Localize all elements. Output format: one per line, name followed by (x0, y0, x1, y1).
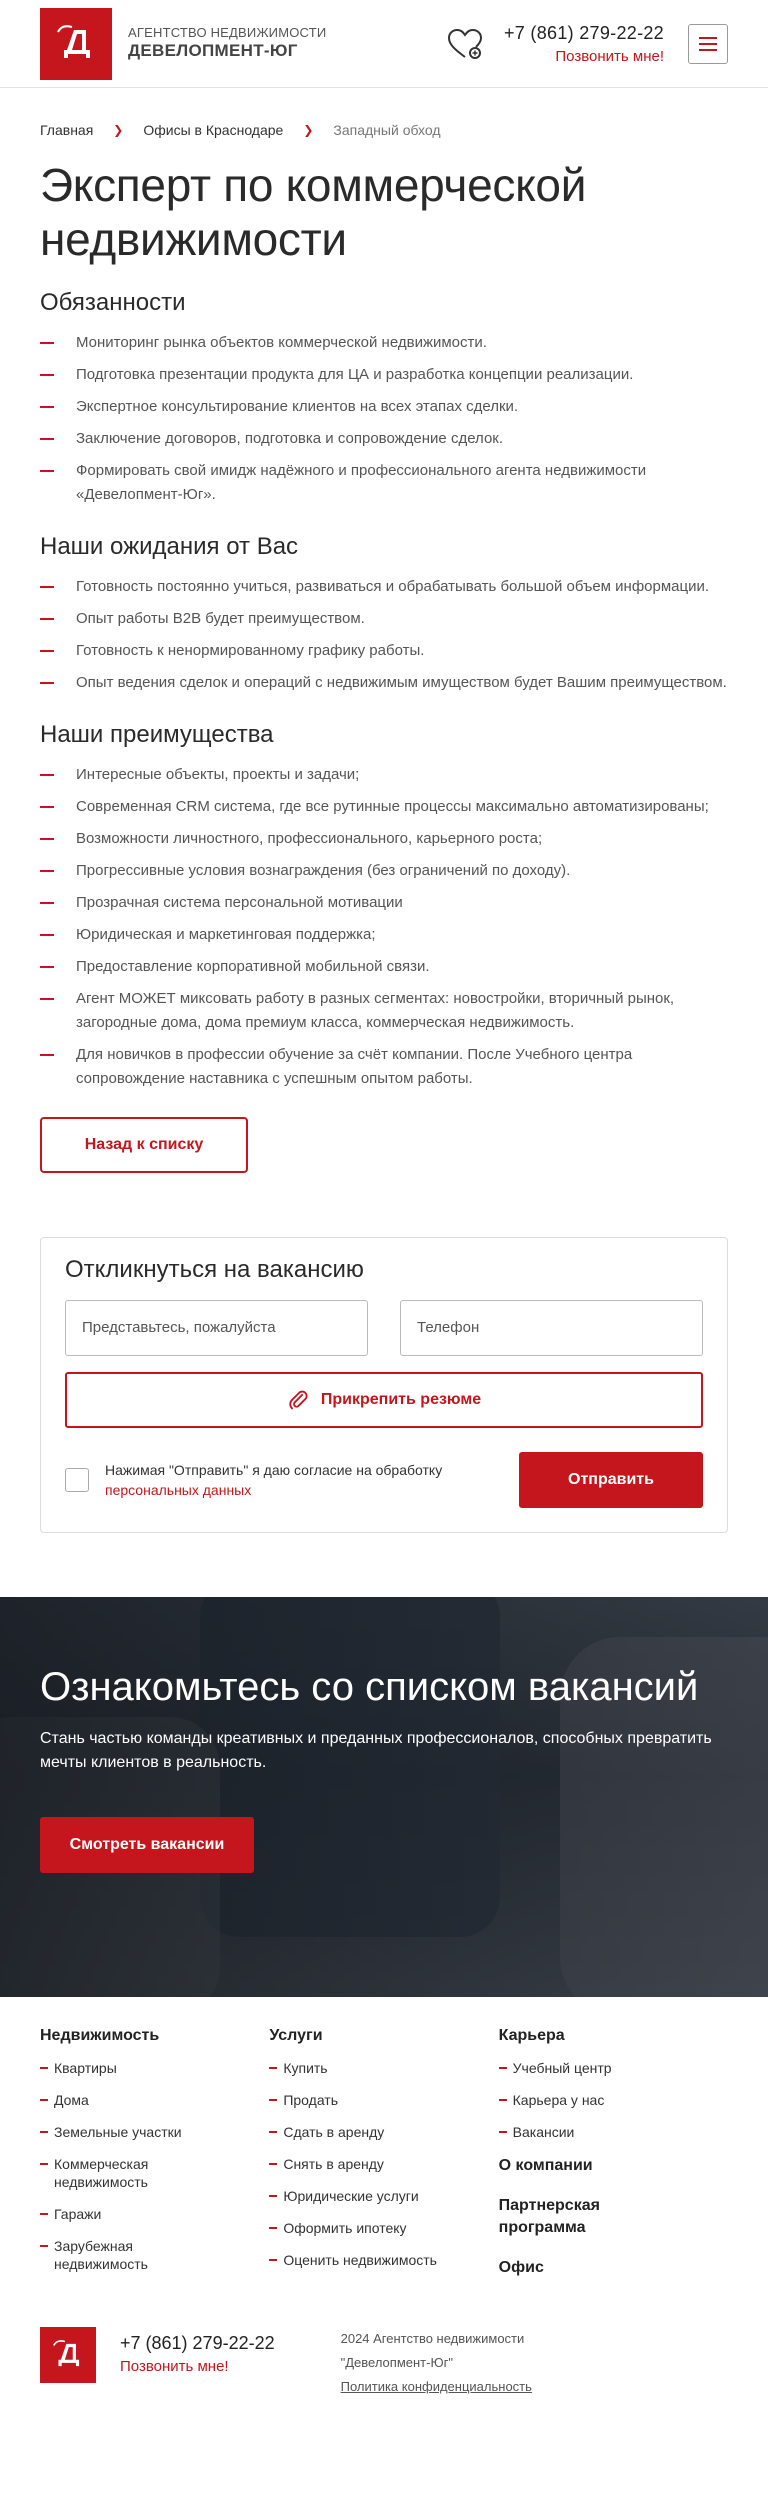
submit-button[interactable]: Отправить (519, 1451, 703, 1508)
consent-text: Нажимая "Отправить" я даю согласие на об… (105, 1460, 495, 1500)
footer-link[interactable]: Купить (269, 2059, 498, 2077)
application-form: Откликнуться на вакансию Представьтесь, … (40, 1236, 728, 1533)
footer-call-me-link[interactable]: Позвонить мне! (120, 2358, 275, 2375)
brand-bottom: ДЕВЕЛОПМЕНТ-ЮГ (128, 41, 298, 61)
page-title: Эксперт по коммерческой недвижимости (40, 159, 587, 266)
footer-link[interactable]: Гаражи (40, 2205, 269, 2223)
header-contact: +7 (861) 279-22-22 Позвонить мне! (504, 23, 664, 65)
vacancies-banner: Ознакомьтесь со списком вакансий Стань ч… (0, 1596, 768, 1997)
section-title-advantages: Наши преимущества (40, 720, 274, 748)
breadcrumb-offices[interactable]: Офисы в Краснодаре (143, 122, 283, 138)
footer-link[interactable]: Дома (40, 2091, 269, 2109)
attach-resume-button[interactable]: Прикрепить резюме (65, 1371, 703, 1428)
footer-heading[interactable]: Услуги (269, 2027, 498, 2045)
footer-link[interactable]: Оформить ипотеку (269, 2219, 498, 2237)
footer-link[interactable]: Зарубежная недвижимость (40, 2237, 180, 2273)
header-phone[interactable]: +7 (861) 279-22-22 (504, 23, 664, 44)
list-item: Прозрачная система персональной мотиваци… (40, 891, 728, 915)
footer-link[interactable]: Квартиры (40, 2059, 269, 2077)
footer-about-link[interactable]: О компании (499, 2155, 728, 2177)
footer-column-realty: Недвижимость Квартиры Дома Земельные уча… (40, 2027, 269, 2297)
section-title-expectations: Наши ожидания от Вас (40, 532, 299, 560)
personal-data-link[interactable]: персональных данных (105, 1480, 495, 1500)
brand-name[interactable]: АГЕНТСТВО НЕДВИЖИМОСТИ ДЕВЕЛОПМЕНТ-ЮГ (128, 25, 327, 61)
site-header: АГЕНТСТВО НЕДВИЖИМОСТИ ДЕВЕЛОПМЕНТ-ЮГ +7… (0, 0, 768, 88)
privacy-policy-link[interactable]: Политика конфиденциальность (341, 2375, 532, 2399)
logo[interactable] (40, 7, 112, 80)
consent-checkbox[interactable] (65, 1467, 89, 1492)
footer-link[interactable]: Юридические услуги (269, 2187, 498, 2205)
list-item: Заключение договоров, подготовка и сопро… (40, 427, 728, 451)
footer-link[interactable]: Карьера у нас (498, 2091, 728, 2109)
header-call-me-link[interactable]: Позвонить мне! (504, 48, 664, 65)
footer-link[interactable]: Коммерческая недвижимость (40, 2155, 180, 2191)
footer-link[interactable]: Продать (269, 2091, 498, 2109)
list-item: Мониторинг рынка объектов коммерческой н… (40, 331, 728, 355)
footer-phone[interactable]: +7 (861) 279-22-22 (120, 2333, 275, 2354)
advantages-list: Интересные объекты, проекты и задачи; Со… (40, 763, 728, 1091)
logo-icon (53, 2339, 80, 2366)
back-to-list-button[interactable]: Назад к списку (40, 1116, 248, 1173)
footer-column-services: Услуги Купить Продать Сдать в аренду Сня… (269, 2027, 498, 2297)
footer-partner-link[interactable]: Партнерская программа (499, 2195, 639, 2239)
footer-office-link[interactable]: Офис (499, 2257, 728, 2279)
paperclip-icon (289, 1390, 308, 1409)
footer-legal: 2024 Агентство недвижимости "Девелопмент… (341, 2327, 532, 2399)
chevron-right-icon: ❯ (303, 123, 314, 137)
phone-input[interactable]: Телефон (400, 1299, 703, 1356)
list-item: Интересные объекты, проекты и задачи; (40, 763, 728, 787)
list-item: Современная CRM система, где все рутинны… (40, 795, 728, 819)
list-item: Для новичков в профессии обучение за счё… (40, 1043, 728, 1091)
site-footer: Недвижимость Квартиры Дома Земельные уча… (0, 1997, 768, 2419)
banner-title: Ознакомьтесь со списком вакансий (40, 1664, 699, 1709)
favorites-heart-icon[interactable] (446, 27, 484, 61)
list-item: Прогрессивные условия вознаграждения (бе… (40, 859, 728, 883)
breadcrumb-home[interactable]: Главная (40, 122, 93, 138)
copyright-line: 2024 Агентство недвижимости (340, 2330, 525, 2346)
copyright-line: "Девелопмент-Юг" (340, 2354, 453, 2370)
footer-logo[interactable] (40, 2326, 96, 2383)
chevron-right-icon: ❯ (113, 123, 124, 137)
footer-heading[interactable]: Карьера (499, 2027, 728, 2045)
list-item: Формировать свой имидж надёжного и профе… (40, 459, 728, 507)
footer-heading[interactable]: Недвижимость (40, 2027, 269, 2045)
breadcrumb: Главная ❯ Офисы в Краснодаре ❯ Западный … (0, 122, 768, 138)
list-item: Агент МОЖЕТ миксовать работу в разных се… (40, 987, 728, 1035)
logo-icon (57, 24, 90, 58)
footer-link[interactable]: Сдать в аренду (269, 2123, 498, 2141)
list-item: Готовность к ненормированному графику ра… (40, 639, 728, 663)
name-input[interactable]: Представьтесь, пожалуйста (65, 1299, 368, 1356)
list-item: Опыт ведения сделок и операций с недвижи… (40, 671, 728, 695)
list-item: Опыт работы B2B будет преимуществом. (40, 607, 728, 631)
consent-label: Нажимая "Отправить" я даю согласие на об… (105, 1461, 443, 1478)
form-title: Откликнуться на вакансию (65, 1255, 364, 1283)
view-vacancies-button[interactable]: Смотреть вакансии (40, 1816, 254, 1873)
footer-link[interactable]: Вакансии (498, 2123, 728, 2141)
attach-resume-label: Прикрепить резюме (320, 1390, 482, 1408)
brand-top: АГЕНТСТВО НЕДВИЖИМОСТИ (128, 25, 327, 41)
list-item: Предоставление корпоративной мобильной с… (40, 955, 728, 979)
list-item: Подготовка презентации продукта для ЦА и… (40, 363, 728, 387)
vacancy-content: Эксперт по коммерческой недвижимости Обя… (0, 158, 768, 1173)
menu-icon[interactable] (688, 23, 728, 64)
banner-text: Стань частью команды креативных и предан… (40, 1729, 712, 1771)
duties-list: Мониторинг рынка объектов коммерческой н… (40, 331, 728, 507)
footer-link[interactable]: Снять в аренду (269, 2155, 498, 2173)
list-item: Экспертное консультирование клиентов на … (40, 395, 728, 419)
list-item: Возможности личностного, профессионально… (40, 827, 728, 851)
section-title-duties: Обязанности (40, 288, 186, 316)
footer-link[interactable]: Оценить недвижимость (269, 2251, 498, 2269)
expectations-list: Готовность постоянно учиться, развиватьс… (40, 575, 728, 695)
footer-contact: +7 (861) 279-22-22 Позвонить мне! (120, 2327, 275, 2375)
footer-link[interactable]: Земельные участки (40, 2123, 269, 2141)
footer-link[interactable]: Учебный центр (498, 2059, 728, 2077)
list-item: Юридическая и маркетинговая поддержка; (40, 923, 728, 947)
list-item: Готовность постоянно учиться, развиватьс… (40, 575, 728, 599)
footer-column-career: Карьера Учебный центр Карьера у нас Вака… (498, 2027, 728, 2297)
breadcrumb-current: Западный обход (333, 122, 441, 138)
